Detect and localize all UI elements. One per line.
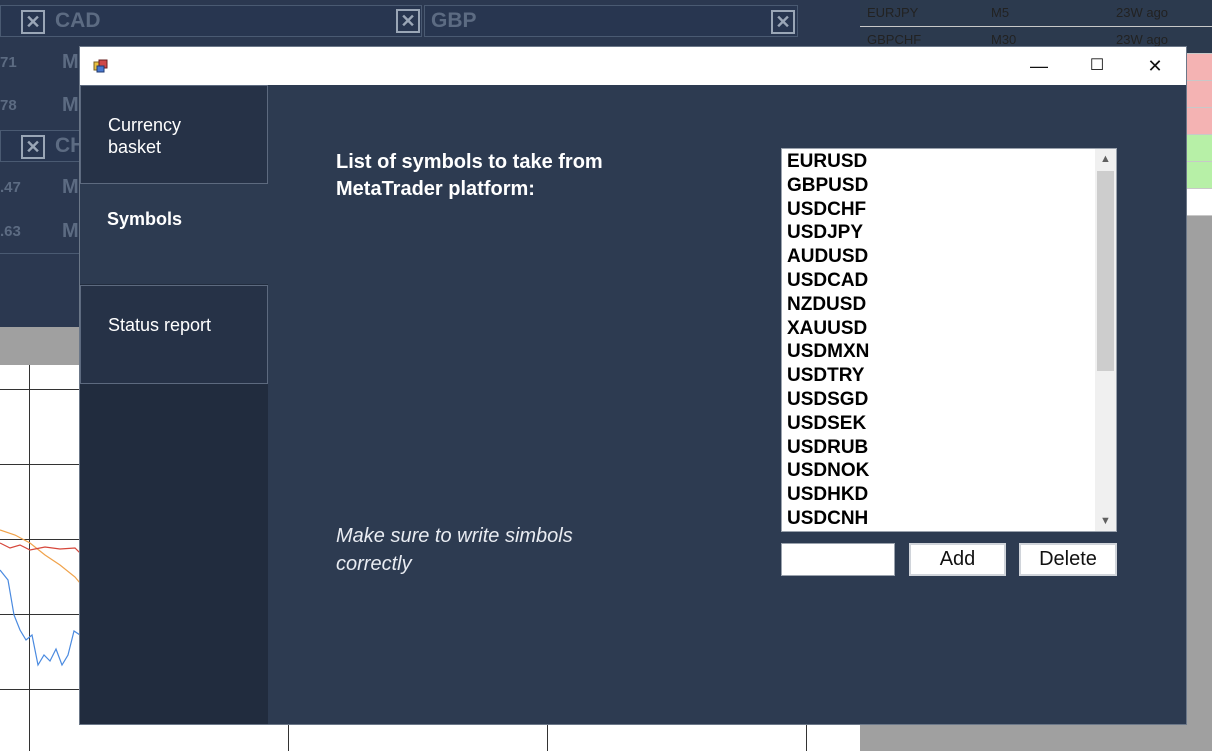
sidebar: Currency basket Symbols Status report (80, 85, 268, 724)
hint-text: Make sure to write simbols correctly (336, 525, 573, 575)
sidebar-item-status-report[interactable]: Status report (80, 285, 268, 384)
list-item[interactable]: USDCHF (787, 198, 866, 221)
list-item[interactable]: USDMXN (787, 340, 869, 363)
row-timeframe: M30 (991, 32, 1017, 47)
add-button[interactable]: Add (909, 543, 1006, 576)
list-item[interactable]: USDCAD (787, 269, 868, 292)
panel-letter: M (62, 220, 79, 242)
row-timeframe: M5 (991, 5, 1010, 20)
list-item[interactable]: NZDUSD (787, 293, 866, 316)
minimize-button[interactable]: — (1010, 47, 1068, 85)
panel-value: 78 (0, 97, 17, 114)
list-item[interactable]: USDTRY (787, 364, 864, 387)
chevron-up-icon[interactable]: ▲ (1095, 149, 1116, 169)
row-symbol: GBPCHF (867, 32, 922, 47)
maximize-button[interactable]: ☐ (1068, 47, 1126, 85)
list-item[interactable]: EURUSD (787, 150, 867, 173)
panel-value: .63 (0, 223, 21, 240)
list-item[interactable]: XAUUSD (787, 317, 867, 340)
app-icon (93, 59, 108, 73)
list-item[interactable]: USDRUB (787, 436, 868, 459)
symbols-list[interactable]: EURUSD GBPUSD USDCHF USDJPY AUDUSD USDCAD NZDU… (781, 148, 1117, 532)
panel-value: 71 (0, 54, 17, 71)
row-symbol: EURJPY (867, 5, 919, 20)
list-item[interactable]: USDJPY (787, 221, 863, 244)
chevron-down-icon[interactable]: ▼ (1095, 511, 1116, 531)
panel-title: GBP (431, 9, 477, 32)
sidebar-item-label-active[interactable]: Symbols (107, 209, 182, 230)
list-scrollbar[interactable]: ▲ ▼ (1095, 149, 1116, 531)
delete-button[interactable]: Delete (1019, 543, 1117, 576)
symbol-input[interactable] (781, 543, 895, 576)
row-age: 23W ago (1116, 32, 1169, 47)
sidebar-item-currency-basket[interactable]: Currency basket (80, 85, 268, 184)
close-panel-icon[interactable]: ✕ (771, 10, 795, 34)
list-item[interactable]: USDCNH (787, 507, 868, 530)
panel-letter: M (62, 176, 79, 198)
cad-panel-header: ✕ CAD (0, 5, 422, 37)
sidebar-item-label: Status report (108, 315, 212, 335)
close-button[interactable]: ✕ (1126, 47, 1184, 85)
sidebar-item-label: Currency basket (108, 115, 182, 157)
close-panel-icon[interactable]: ✕ (21, 135, 45, 159)
table-row: EURJPY M5 23W ago (860, 0, 1212, 27)
list-item[interactable]: USDHKD (787, 483, 868, 506)
panel-letter: M (62, 94, 79, 116)
ch-panel-header: ✕ CH (0, 130, 85, 162)
close-panel-icon[interactable]: ✕ (396, 9, 420, 33)
gbp-panel-header: ✕ GBP (424, 5, 798, 37)
list-item[interactable]: USDSGD (787, 388, 868, 411)
list-item[interactable]: AUDUSD (787, 245, 868, 268)
row-age: 23W ago (1116, 5, 1169, 20)
settings-dialog: — ☐ ✕ Currency basket Symbols Status rep… (80, 47, 1186, 724)
chart-lines (0, 529, 80, 667)
list-item[interactable]: GBPUSD (787, 174, 868, 197)
list-item[interactable]: USDSEK (787, 412, 866, 435)
title-bar[interactable]: — ☐ ✕ (80, 47, 1186, 85)
panel-value: .47 (0, 179, 21, 196)
panel-letter: M (62, 51, 79, 73)
scrollbar-thumb[interactable] (1097, 171, 1114, 371)
close-panel-icon[interactable]: ✕ (21, 10, 45, 34)
panel-title: CAD (55, 9, 101, 32)
list-item[interactable]: USDNOK (787, 459, 869, 482)
page-title: List of symbols to take from MetaTrader … (336, 151, 603, 200)
